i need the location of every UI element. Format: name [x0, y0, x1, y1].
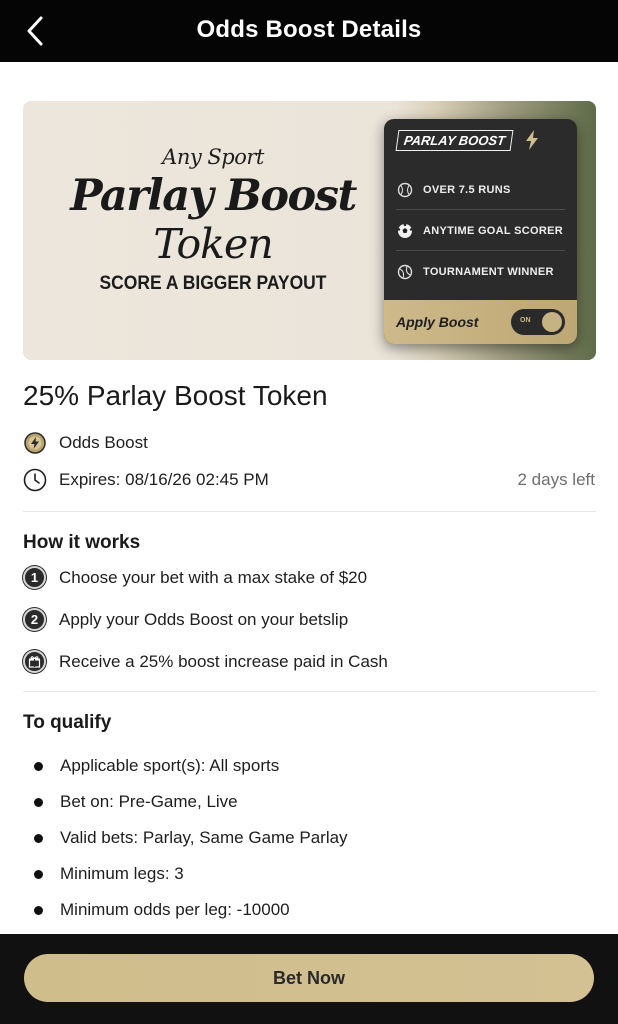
qualify-item-text: Minimum odds per leg: -10000: [60, 900, 290, 919]
bullet-dot: [34, 869, 43, 879]
promo-banner: Any Sport Parlay Boost Token SCORE A BIG…: [23, 101, 596, 360]
step-text: Choose your bet with a max stake of $20: [59, 567, 368, 587]
apply-boost-row: Apply Boost ON: [384, 300, 577, 344]
page-title: Odds Boost Details: [196, 16, 422, 43]
card-item-label: TOURNAMENT WINNER: [423, 266, 554, 278]
apply-boost-label: Apply Boost: [396, 314, 479, 330]
banner-title: Parlay Boost: [70, 171, 357, 221]
qualify-item-text: Minimum legs: 3: [60, 864, 184, 883]
expiry-text: Expires: 08/16/26 02:45 PM: [59, 470, 269, 489]
how-it-works-title: How it works: [23, 532, 141, 553]
baseball-icon: [396, 181, 414, 199]
banner-tagline: SCORE A BIGGER PAYOUT: [99, 273, 327, 294]
bottom-action-bar: Bet Now: [0, 934, 618, 1024]
qualify-item-text: Applicable sport(s): All sports: [60, 756, 280, 775]
qualify-item: Applicable sport(s): All sports: [34, 756, 279, 776]
section-divider: [23, 511, 596, 512]
step-text: Receive a 25% boost increase paid in Cas…: [59, 651, 388, 671]
toggle-knob: [542, 312, 562, 332]
gift-icon: [23, 650, 46, 673]
card-divider: [396, 209, 565, 210]
how-it-works-step: Receive a 25% boost increase paid in Cas…: [23, 650, 388, 673]
section-divider: [23, 691, 596, 692]
how-it-works-step: 2 Apply your Odds Boost on your betslip: [23, 608, 348, 631]
odds-boost-type-row: Odds Boost: [23, 431, 148, 455]
apply-boost-toggle: ON: [511, 309, 565, 335]
card-item: ANYTIME GOAL SCORER: [396, 222, 563, 240]
qualify-item: Valid bets: Parlay, Same Game Parlay: [34, 828, 348, 848]
lightning-bolt-icon: [526, 130, 539, 150]
step-number-badge: 2: [23, 608, 46, 631]
token-title: 25% Parlay Boost Token: [23, 380, 328, 411]
card-item-label: ANYTIME GOAL SCORER: [423, 225, 563, 237]
lightning-coin-icon: [23, 431, 47, 455]
step-number-badge: 1: [23, 566, 46, 589]
clock-icon: [23, 468, 47, 492]
bullet-dot: [34, 905, 43, 915]
banner-subtitle: Any Sport: [162, 145, 264, 169]
banner-title-token: Token: [153, 220, 273, 268]
card-header: PARLAY BOOST: [395, 129, 540, 151]
qualify-item-text: Bet on: Pre-Game, Live: [60, 792, 238, 811]
card-item: TOURNAMENT WINNER: [396, 263, 554, 281]
card-header-label: PARLAY BOOST: [395, 129, 514, 151]
card-divider: [396, 250, 565, 251]
banner-headline: Any Sport Parlay Boost Token SCORE A BIG…: [43, 145, 383, 295]
toggle-on-label: ON: [520, 317, 531, 324]
bet-now-button[interactable]: Bet Now: [24, 954, 594, 1002]
parlay-boost-card: PARLAY BOOST OVER 7.5 RUNS ANYTIME GOAL …: [384, 119, 577, 344]
qualify-item: Minimum legs: 3: [34, 864, 184, 884]
step-text: Apply your Odds Boost on your betslip: [59, 609, 349, 629]
how-it-works-step: 1 Choose your bet with a max stake of $2…: [23, 566, 367, 589]
odds-boost-type-label: Odds Boost: [59, 433, 148, 452]
to-qualify-title: To qualify: [23, 712, 112, 733]
qualify-item: Bet on: Pre-Game, Live: [34, 792, 238, 812]
qualify-item: Minimum odds per leg: -10000: [34, 900, 290, 920]
card-item-label: OVER 7.5 RUNS: [423, 184, 511, 196]
soccer-ball-icon: [396, 222, 414, 240]
days-left-label: 2 days left: [517, 470, 596, 489]
card-item: OVER 7.5 RUNS: [396, 181, 511, 199]
bullet-dot: [34, 797, 43, 807]
top-bar: Odds Boost Details: [0, 0, 618, 62]
bullet-dot: [34, 761, 43, 771]
bullet-dot: [34, 833, 43, 843]
tennis-ball-icon: [396, 263, 414, 281]
expiry-row: Expires: 08/16/26 02:45 PM: [23, 468, 269, 492]
qualify-item-text: Valid bets: Parlay, Same Game Parlay: [60, 828, 348, 847]
